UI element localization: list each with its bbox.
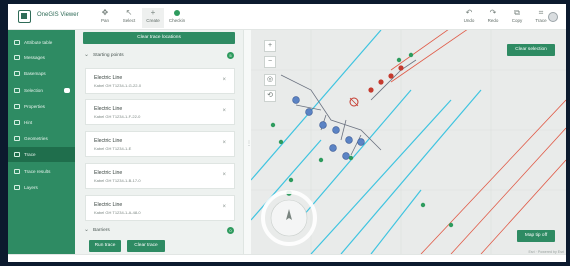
sidebar-item-hint[interactable]: Hint xyxy=(8,115,75,130)
table-icon xyxy=(14,40,20,45)
barriers-header[interactable]: ⌄ Barriers 0 xyxy=(81,224,237,237)
network-map[interactable] xyxy=(251,30,566,254)
starting-point-card[interactable]: Electric Line Kabel GH T1234-1-A-48-0 × xyxy=(85,195,235,221)
sidebar: Attribute table Messages Basemaps Select… xyxy=(8,30,75,254)
create-icon: + xyxy=(150,8,156,17)
starting-point-card[interactable]: Electric Line Kabel GH T1234-1-B-17-0 × xyxy=(85,163,235,189)
navigation-compass[interactable] xyxy=(261,190,317,246)
card-subtitle: Kabel GH T1234-1-E xyxy=(94,146,132,151)
starting-point-card[interactable]: Electric Line Kabel GH T1234-1-F-22-0 × xyxy=(85,99,235,125)
tool-checkin[interactable]: Checkin xyxy=(166,8,188,28)
pan-icon: ✥ xyxy=(101,8,109,17)
tool-select[interactable]: ↖ Select xyxy=(118,8,140,28)
layers-icon xyxy=(14,185,20,190)
card-subtitle: Kabel GH T1234-1-G-22-0 xyxy=(94,83,142,88)
undo-icon: ↶ xyxy=(465,8,473,17)
clear-selection-button[interactable]: Clear selection xyxy=(507,44,555,56)
status-bar xyxy=(8,254,566,262)
select-icon: ↖ xyxy=(125,8,133,17)
map-view[interactable]: + − ◎ ⟲ Clear selection Map tip off Esri… xyxy=(251,30,566,254)
close-icon[interactable]: × xyxy=(222,108,226,114)
close-icon[interactable]: × xyxy=(222,140,226,146)
tool-undo[interactable]: ↶ Undo xyxy=(458,8,480,28)
barriers-count: 0 xyxy=(227,227,234,234)
clear-trace-locations-button[interactable]: Clear trace locations xyxy=(83,32,235,44)
trace-nav-icon xyxy=(14,152,20,157)
geometry-icon xyxy=(14,136,20,141)
starting-point-card[interactable]: Electric Line Kabel GH T1234-1-E × xyxy=(85,131,235,157)
card-subtitle: Kabel GH T1234-1-A-48-0 xyxy=(94,210,141,215)
checkin-icon xyxy=(174,10,180,16)
clear-trace-button[interactable]: Clear trace xyxy=(127,240,165,252)
card-title: Electric Line xyxy=(94,138,123,144)
sidebar-item-layers[interactable]: Layers xyxy=(8,180,75,195)
sidebar-item-trace[interactable]: Trace xyxy=(8,147,75,162)
tool-redo[interactable]: ↷ Redo xyxy=(482,8,504,28)
sidebar-item-trace-results[interactable]: Trace results xyxy=(8,164,75,179)
chevron-down-icon: ⌄ xyxy=(84,52,90,58)
properties-icon xyxy=(14,104,20,109)
selection-icon xyxy=(14,88,20,93)
map-tip-button[interactable]: Map tip off xyxy=(517,230,555,242)
starting-points-header[interactable]: ⌄ Starting points 5 xyxy=(81,49,237,62)
tool-create[interactable]: + Create xyxy=(142,8,164,28)
chevron-down-icon: ⌄ xyxy=(84,227,90,233)
sidebar-item-messages[interactable]: Messages xyxy=(8,50,75,65)
sidebar-item-properties[interactable]: Properties xyxy=(8,99,75,114)
results-icon xyxy=(14,169,20,174)
zoom-out-button[interactable]: − xyxy=(264,56,276,68)
message-icon xyxy=(14,55,20,60)
sidebar-item-attribute-table[interactable]: Attribute table xyxy=(8,35,75,50)
basemap-icon xyxy=(14,71,20,76)
trace-panel: Clear trace locations ⌄ Starting points … xyxy=(75,30,243,254)
app-window: OneGIS Viewer ✥ Pan ↖ Select + Create Ch… xyxy=(8,4,566,262)
app-title: OneGIS Viewer xyxy=(37,12,79,18)
card-title: Electric Line xyxy=(94,106,123,112)
sidebar-item-basemaps[interactable]: Basemaps xyxy=(8,66,75,81)
sidebar-item-selection[interactable]: Selection xyxy=(8,83,75,98)
starting-point-card[interactable]: Electric Line Kabel GH T1234-1-G-22-0 × xyxy=(85,68,235,94)
card-title: Electric Line xyxy=(94,75,123,81)
sidebar-item-geometries[interactable]: Geometries xyxy=(8,131,75,146)
home-icon[interactable]: ⟲ xyxy=(264,90,276,102)
close-icon[interactable]: × xyxy=(222,77,226,83)
close-icon[interactable]: × xyxy=(222,204,226,210)
close-icon[interactable]: × xyxy=(222,172,226,178)
card-subtitle: Kabel GH T1234-1-B-17-0 xyxy=(94,178,141,183)
tool-copy[interactable]: ⧉ Copy xyxy=(506,8,528,28)
card-title: Electric Line xyxy=(94,170,123,176)
app-logo-icon xyxy=(18,10,31,23)
top-toolbar: OneGIS Viewer ✥ Pan ↖ Select + Create Ch… xyxy=(8,4,566,30)
run-trace-button[interactable]: Run trace xyxy=(89,240,121,252)
starting-points-count: 5 xyxy=(227,52,234,59)
tooltip-badge-icon xyxy=(64,88,70,93)
card-subtitle: Kabel GH T1234-1-F-22-0 xyxy=(94,114,141,119)
panel-resize-handle[interactable]: ⋮ xyxy=(243,30,252,254)
user-avatar[interactable] xyxy=(548,12,558,22)
hint-icon xyxy=(14,120,20,125)
card-title: Electric Line xyxy=(94,202,123,208)
tool-pan[interactable]: ✥ Pan xyxy=(94,8,116,28)
zoom-in-button[interactable]: + xyxy=(264,40,276,52)
compass-icon[interactable]: ◎ xyxy=(264,74,276,86)
redo-icon: ↷ xyxy=(489,8,497,17)
copy-icon: ⧉ xyxy=(514,8,520,17)
